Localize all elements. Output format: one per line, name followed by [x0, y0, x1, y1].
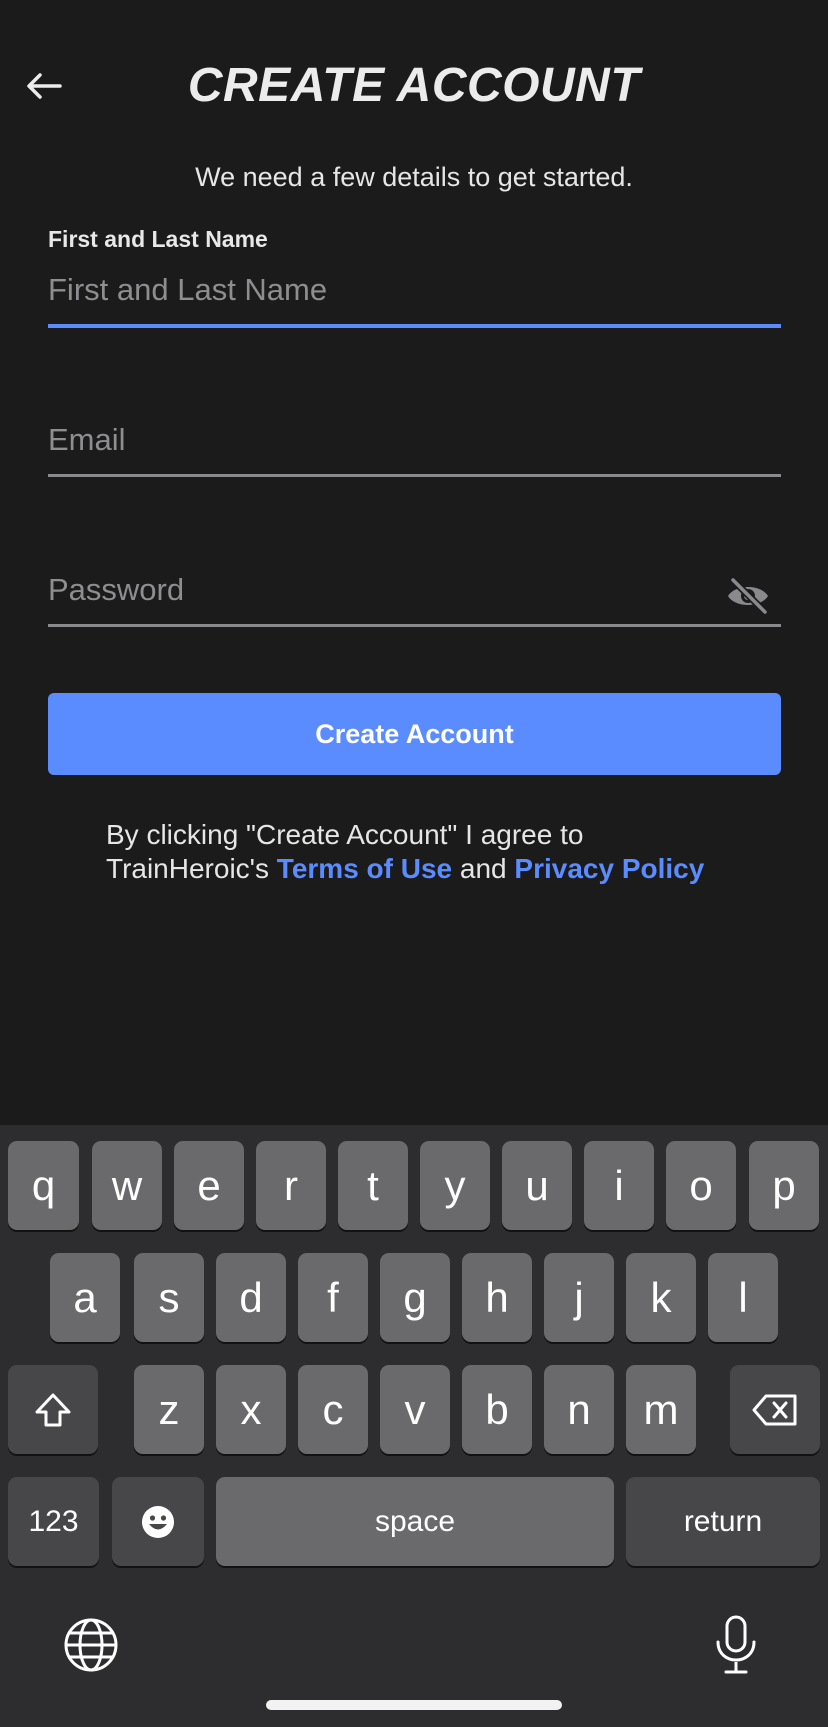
key-f[interactable]: f	[298, 1253, 368, 1342]
key-r[interactable]: r	[256, 1141, 326, 1230]
shift-arrow-icon	[35, 1393, 71, 1426]
key-v[interactable]: v	[380, 1365, 450, 1454]
name-field: First and Last Name	[48, 226, 781, 330]
key-p[interactable]: p	[749, 1141, 819, 1230]
key-d[interactable]: d	[216, 1253, 286, 1342]
key-t[interactable]: t	[338, 1141, 408, 1230]
password-underline	[48, 624, 781, 627]
privacy-policy-link[interactable]: Privacy Policy	[514, 853, 704, 884]
key-n[interactable]: n	[544, 1365, 614, 1454]
microphone-icon	[716, 1615, 756, 1674]
password-input[interactable]	[48, 566, 708, 614]
backspace-icon	[752, 1394, 797, 1425]
backspace-key[interactable]	[730, 1365, 820, 1454]
email-input[interactable]	[48, 416, 781, 464]
key-j[interactable]: j	[544, 1253, 614, 1342]
key-l[interactable]: l	[708, 1253, 778, 1342]
numbers-key[interactable]: 123	[8, 1477, 99, 1566]
return-key[interactable]: return	[626, 1477, 820, 1566]
home-indicator[interactable]	[266, 1700, 562, 1710]
key-h[interactable]: h	[462, 1253, 532, 1342]
page-title: CREATE ACCOUNT	[187, 59, 641, 112]
key-b[interactable]: b	[462, 1365, 532, 1454]
key-i[interactable]: i	[584, 1141, 654, 1230]
key-k[interactable]: k	[626, 1253, 696, 1342]
email-underline	[48, 474, 781, 477]
key-s[interactable]: s	[134, 1253, 204, 1342]
space-key[interactable]: space	[216, 1477, 614, 1566]
key-g[interactable]: g	[380, 1253, 450, 1342]
name-underline	[48, 324, 781, 328]
password-field	[48, 566, 781, 630]
emoji-icon	[142, 1505, 174, 1538]
legal-middle: and	[452, 853, 515, 884]
key-e[interactable]: e	[174, 1141, 244, 1230]
email-field	[48, 416, 781, 480]
globe-button[interactable]	[62, 1616, 120, 1674]
key-m[interactable]: m	[626, 1365, 696, 1454]
eye-off-icon	[728, 576, 769, 616]
key-z[interactable]: z	[134, 1365, 204, 1454]
emoji-key[interactable]	[112, 1477, 204, 1566]
legal-text: By clicking "Create Account" I agree to …	[106, 818, 746, 886]
key-w[interactable]: w	[92, 1141, 162, 1230]
create-account-button[interactable]: Create Account	[48, 693, 781, 775]
key-u[interactable]: u	[502, 1141, 572, 1230]
key-o[interactable]: o	[666, 1141, 736, 1230]
toggle-password-visibility[interactable]	[725, 576, 771, 616]
key-x[interactable]: x	[216, 1365, 286, 1454]
key-c[interactable]: c	[298, 1365, 368, 1454]
name-field-label: First and Last Name	[48, 226, 268, 252]
key-a[interactable]: a	[50, 1253, 120, 1342]
shift-key[interactable]	[8, 1365, 98, 1454]
globe-icon	[64, 1618, 118, 1672]
header: CREATE ACCOUNT	[0, 0, 828, 170]
key-y[interactable]: y	[420, 1141, 490, 1230]
dictation-button[interactable]	[712, 1614, 760, 1676]
terms-of-use-link[interactable]: Terms of Use	[277, 853, 452, 884]
key-q[interactable]: q	[8, 1141, 79, 1230]
keyboard: q w e r t y u i o p a s d f g h j k l z …	[0, 1125, 828, 1727]
name-input[interactable]	[48, 266, 781, 314]
page-subtitle: We need a few details to get started.	[195, 162, 633, 192]
